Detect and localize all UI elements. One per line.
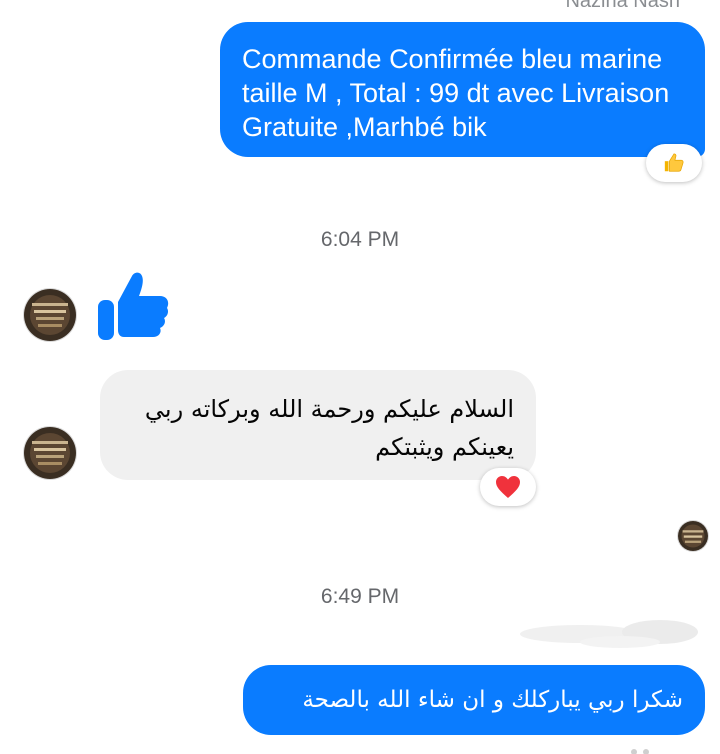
thumbs-up-reaction[interactable] xyxy=(646,144,702,182)
sender-name: Nazina Nash xyxy=(565,0,680,12)
message-text: السلام عليكم ورحمة الله وبركاته ربي يعين… xyxy=(144,395,514,461)
avatar-image-icon xyxy=(678,521,708,551)
contact-avatar[interactable] xyxy=(24,289,76,341)
thumbs-up-emoji-icon xyxy=(664,153,684,172)
outgoing-message-bubble[interactable]: شكرا ربي يباركلك و ان شاء الله بالصحة xyxy=(243,665,705,735)
avatar-image-icon xyxy=(24,427,76,479)
message-text: شكرا ربي يباركلك و ان شاء الله بالصحة xyxy=(302,687,683,713)
seen-avatar xyxy=(678,521,708,551)
thumbs-up-sticker-icon[interactable] xyxy=(96,270,170,342)
timestamp: 6:49 PM xyxy=(320,585,400,608)
timestamp: 6:04 PM xyxy=(320,228,400,251)
message-text: Commande Confirmée bleu marine taille M … xyxy=(242,44,670,142)
incoming-message-bubble[interactable]: السلام عليكم ورحمة الله وبركاته ربي يعين… xyxy=(100,370,536,480)
avatar-image-icon xyxy=(24,289,76,341)
redacted-area-icon xyxy=(520,620,698,648)
contact-avatar[interactable] xyxy=(24,427,76,479)
red-heart-emoji-icon xyxy=(496,476,520,498)
outgoing-message-bubble[interactable]: Commande Confirmée bleu marine taille M … xyxy=(220,22,705,157)
heart-reaction[interactable] xyxy=(480,468,536,506)
typing-indicator-icon xyxy=(631,749,649,754)
